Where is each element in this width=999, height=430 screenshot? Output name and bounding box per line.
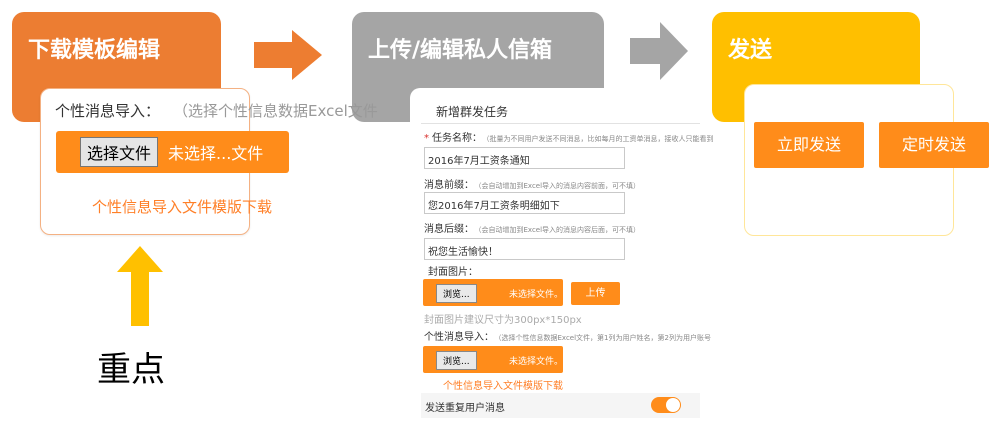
personal-import-hint: （选择个性信息数据Excel文件: [173, 102, 378, 120]
no-file-text: 未选择文件。: [509, 290, 564, 300]
up-arrow-icon: [117, 246, 163, 326]
choose-file-button[interactable]: 选择文件: [80, 137, 159, 167]
template-download-link[interactable]: 个性信息导入文件模版下载: [92, 196, 272, 217]
file-picker[interactable]: 选择文件 未选择...文件: [56, 131, 289, 173]
cover-file-picker[interactable]: 浏览... 未选择文件。: [423, 279, 563, 306]
right-arrow-icon: [630, 22, 688, 80]
step-title: 上传/编辑私人信箱: [368, 38, 553, 63]
form-title: 新增群发任务: [436, 105, 509, 119]
suffix-input[interactable]: 祝您生活愉快！: [424, 238, 625, 260]
import-file-picker[interactable]: 浏览... 未选择文件。: [423, 346, 563, 373]
toggle-knob: [666, 398, 680, 412]
no-file-text: 未选择...文件: [168, 144, 264, 163]
personal-import-label: 个性消息导入： （选择个性信息数据Excel文件，第1列为用户姓名，第2列为用户账…: [424, 332, 711, 343]
right-arrow-icon: [254, 30, 322, 80]
browse-button[interactable]: 浏览...: [436, 284, 477, 303]
send-now-button[interactable]: 立即发送: [754, 122, 864, 168]
prefix-input[interactable]: 您2016年7月工资条明细如下: [424, 192, 625, 214]
personal-import-label: 个性消息导入：: [55, 102, 161, 120]
resend-toggle[interactable]: [651, 397, 681, 413]
scheduled-send-button[interactable]: 定时发送: [879, 122, 989, 168]
step-title: 发送: [728, 38, 773, 63]
no-file-text: 未选择文件。: [509, 357, 564, 367]
prefix-tip: （会自动增加到Excel导入的消息内容前面，可不填）: [478, 182, 641, 190]
key-point-annotation: 重点: [97, 350, 165, 390]
upload-button[interactable]: 上传: [571, 282, 620, 305]
task-name-tip: （批量为不同用户发送不同消息，比如每月的工资单消息，接收人只能看到: [486, 135, 714, 143]
divider: [421, 123, 700, 124]
task-name-input[interactable]: 2016年7月工资条通知: [424, 147, 625, 169]
task-name-label: * 任务名称： （批量为不同用户发送不同消息，比如每月的工资单消息，接收人只能看到: [424, 133, 714, 144]
required-marker: *: [424, 133, 429, 144]
cover-image-label: 封面图片：: [428, 267, 478, 278]
suffix-tip: （会自动增加到Excel导入的消息内容后面，可不填）: [478, 226, 641, 234]
suffix-label: 消息后缀： （会自动增加到Excel导入的消息内容后面，可不填）: [424, 224, 641, 235]
step-title: 下载模板编辑: [28, 38, 161, 63]
template-download-link[interactable]: 个性信息导入文件模版下载: [443, 377, 563, 392]
prefix-label: 消息前缀： （会自动增加到Excel导入的消息内容前面，可不填）: [424, 180, 641, 191]
cover-size-hint: 封面图片建议尺寸为300px*150px: [424, 315, 582, 326]
resend-label: 发送重复用户消息: [425, 403, 505, 414]
import-tip: （选择个性信息数据Excel文件，第1列为用户姓名，第2列为用户账号: [498, 334, 711, 342]
browse-button[interactable]: 浏览...: [436, 351, 477, 370]
